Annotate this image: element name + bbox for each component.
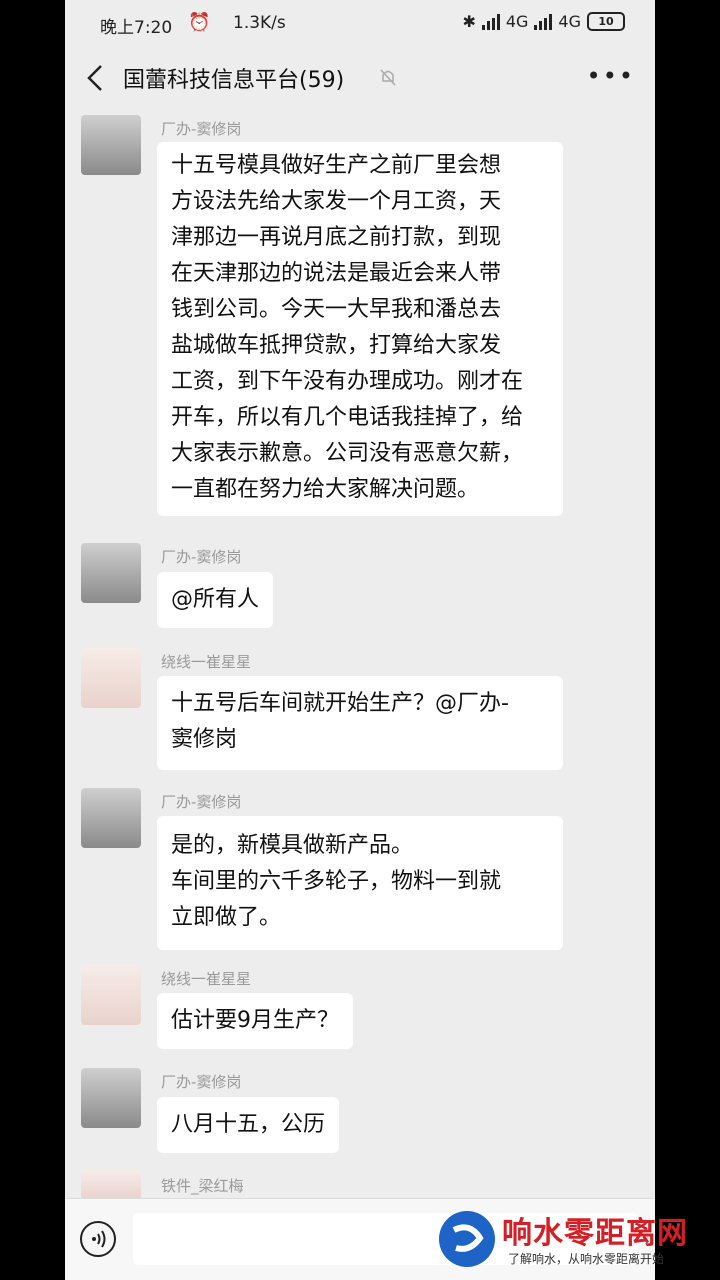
sender-name: 厂办-窦修岗 — [161, 1073, 242, 1091]
more-icon[interactable]: ••• — [587, 62, 635, 90]
voice-input-icon[interactable] — [80, 1221, 116, 1257]
message-bubble[interactable]: @所有人 — [157, 572, 274, 628]
sender-name: 厂办-窦修岗 — [161, 120, 242, 138]
alarm-icon: ⏰ — [188, 12, 211, 33]
status-time: 晚上7:20 — [100, 18, 173, 38]
network-speed: 1.3K/s — [233, 13, 286, 33]
message-bubble[interactable]: 估计要9月生产？ — [157, 993, 353, 1049]
sender-name: 厂办-窦修岗 — [161, 548, 242, 566]
sender-name: 绕线一崔星星 — [161, 970, 252, 988]
battery-icon: 10 — [587, 12, 625, 31]
chat-header: 国蕾科技信息平台(59) ••• — [65, 50, 655, 106]
avatar[interactable] — [81, 1068, 141, 1128]
signal-icon-2 — [534, 13, 553, 30]
sender-name: 铁件_梁红梅 — [161, 1177, 244, 1195]
avatar[interactable] — [81, 115, 141, 175]
signal-icon — [481, 13, 500, 30]
avatar[interactable] — [81, 543, 141, 603]
avatar[interactable] — [81, 788, 141, 848]
mute-bell-icon — [380, 69, 396, 86]
chat-title: 国蕾科技信息平台(59) — [123, 68, 345, 93]
network-type-1: 4G — [505, 12, 529, 31]
back-icon[interactable] — [81, 60, 111, 96]
watermark-logo: 响水零距离网 了解响水，从响水零距离开始 — [430, 1198, 720, 1280]
status-icons: ✱ 4G 4G 10 — [462, 12, 625, 31]
phone-screen: 晚上7:20 ⏰ 1.3K/s ✱ 4G 4G 10 国蕾科技信息平台(59) … — [65, 0, 655, 1280]
avatar[interactable] — [81, 648, 141, 708]
bluetooth-icon: ✱ — [462, 12, 476, 31]
site-logo-icon — [439, 1211, 495, 1267]
sender-name: 厂办-窦修岗 — [161, 793, 242, 811]
voice-waves-icon — [92, 1230, 106, 1248]
watermark-subtitle: 了解响水，从响水零距离开始 — [508, 1252, 665, 1266]
message-bubble[interactable]: 是的，新模具做新产品。 车间里的六千多轮子，物料一到就 立即做了。 — [157, 816, 563, 950]
avatar[interactable] — [81, 1170, 141, 1200]
message-bubble[interactable]: 十五号后车间就开始生产？@厂办- 窦修岗 — [157, 676, 563, 770]
message-bubble[interactable]: 十五号模具做好生产之前厂里会想 方设法先给大家发一个月工资，天 津那边一再说月底… — [157, 142, 563, 516]
network-type-2: 4G — [558, 12, 581, 31]
status-bar: 晚上7:20 ⏰ 1.3K/s ✱ 4G 4G 10 — [65, 0, 655, 50]
sender-name: 绕线一崔星星 — [161, 653, 252, 671]
avatar[interactable] — [81, 965, 141, 1025]
message-bubble[interactable]: 八月十五，公历 — [157, 1097, 340, 1153]
watermark-title: 响水零距离网 — [502, 1216, 688, 1251]
